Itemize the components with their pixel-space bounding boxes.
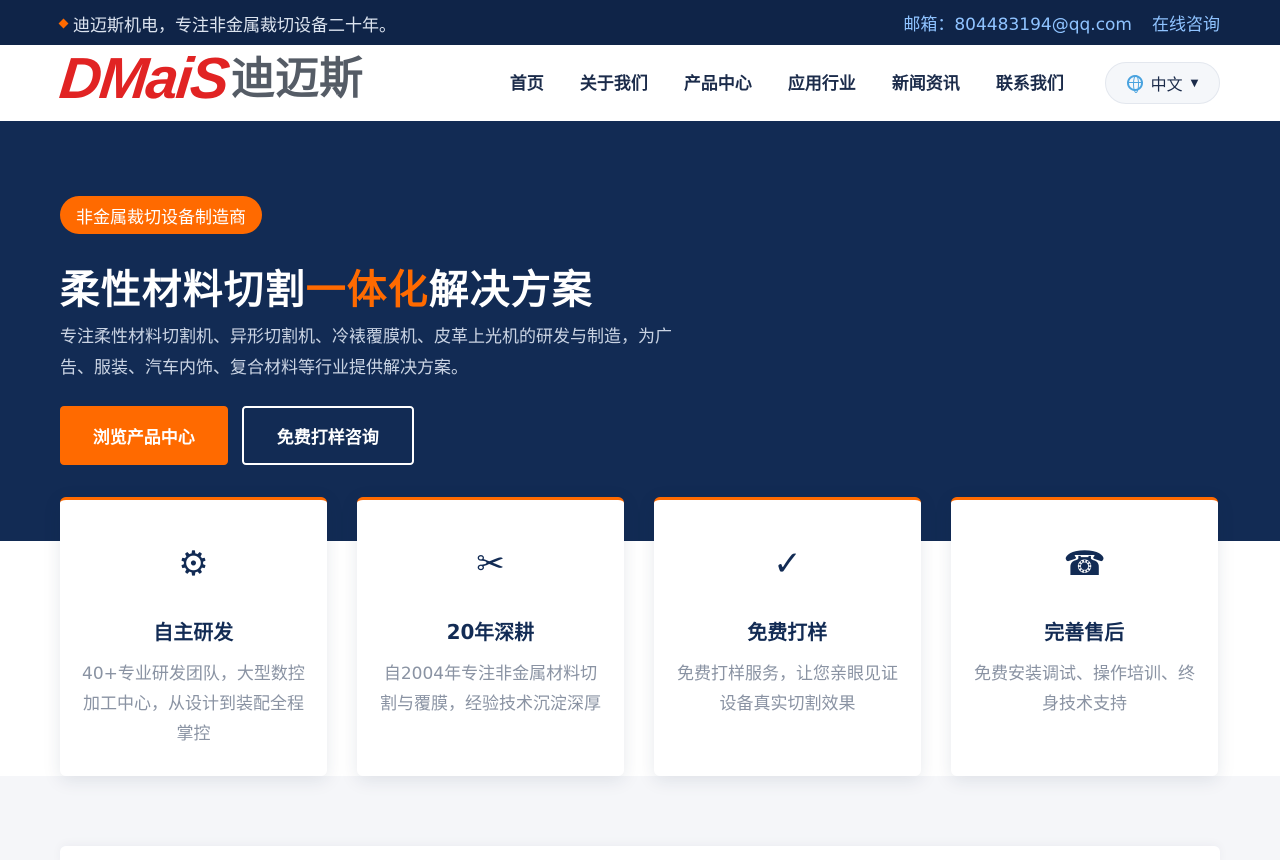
email-value[interactable]: 804483194@qq.com [954,15,1132,35]
scissors-icon: ✂ [476,544,505,584]
top-bar-contact: 邮箱：804483194@qq.com 在线咨询 [903,10,1220,35]
site-header: DMaiS 迪迈斯 首页 关于我们 产品中心 应用行业 新闻资讯 联系我们 中文… [0,45,1280,121]
slogan-text: 迪迈斯机电，专注非金属裁切设备二十年。 [73,16,396,36]
online-consult-link[interactable]: 在线咨询 [1152,10,1220,35]
logo-chinese: 迪迈斯 [231,53,364,104]
nav-home[interactable]: 首页 [510,69,544,94]
check-icon: ✓ [773,544,802,584]
nav-industries[interactable]: 应用行业 [788,69,856,94]
nav-products[interactable]: 产品中心 [684,69,752,94]
top-bar-slogan: 迪迈斯机电，专注非金属裁切设备二十年。 [58,11,396,36]
email-label: 邮箱： [903,15,955,35]
nav-contact[interactable]: 联系我们 [996,69,1064,94]
language-selector[interactable]: 中文 ▼ [1105,62,1220,104]
feature-desc: 免费安装调试、操作培训、终身技术支持 [974,664,1195,714]
hero-section: 非金属裁切设备制造商 柔性材料切割一体化解决方案 专注柔性材料切割机、异形切割机… [0,121,1280,541]
nav-about[interactable]: 关于我们 [580,69,648,94]
browse-products-button[interactable]: 浏览产品中心 [60,406,228,465]
feature-desc: 40+专业研发团队，大型数控加工中心，从设计到装配全程掌控 [82,664,305,744]
gear-icon: ⚙ [178,544,209,584]
site-logo[interactable]: DMaiS 迪迈斯 [56,46,364,111]
logo-latin: DMaiS [56,46,231,111]
language-label: 中文 [1150,75,1183,94]
hero-subtitle: 专注柔性材料切割机、异形切割机、冷裱覆膜机、皮革上光机的研发与制造，为广告、服装… [60,327,672,378]
feature-title: 20年深耕 [446,620,535,644]
headline-part-1: 柔性材料切割 [60,267,306,313]
main-nav: 首页 关于我们 产品中心 应用行业 新闻资讯 联系我们 [510,69,1064,94]
feature-desc: 免费打样服务，让您亲眼见证设备真实切割效果 [677,664,898,714]
feature-cards: ⚙ 自主研发 40+专业研发团队，大型数控加工中心，从设计到装配全程掌控 ✂ 2… [60,497,1220,776]
nav-news[interactable]: 新闻资讯 [892,69,960,94]
diamond-icon [58,18,69,29]
headline-part-2: 解决方案 [429,267,593,313]
next-section-panel [60,846,1220,860]
top-bar: 迪迈斯机电，专注非金属裁切设备二十年。 邮箱：804483194@qq.com … [0,0,1280,45]
feature-card-rnd: ⚙ 自主研发 40+专业研发团队，大型数控加工中心，从设计到装配全程掌控 [60,497,327,776]
feature-title: 完善售后 [1044,620,1125,644]
feature-title: 自主研发 [153,620,234,644]
feature-card-aftersales: ☎ 完善售后 免费安装调试、操作培训、终身技术支持 [951,497,1218,776]
feature-card-sampling: ✓ 免费打样 免费打样服务，让您亲眼见证设备真实切割效果 [654,497,921,776]
phone-icon: ☎ [1063,544,1106,584]
feature-card-experience: ✂ 20年深耕 自2004年专注非金属材料切割与覆膜，经验技术沉淀深厚 [357,497,624,776]
globe-icon [1126,75,1143,93]
headline-accent: 一体化 [306,267,429,313]
hero-tag: 非金属裁切设备制造商 [60,196,262,234]
feature-title: 免费打样 [747,620,828,644]
feature-desc: 自2004年专注非金属材料切割与覆膜，经验技术沉淀深厚 [380,664,601,714]
free-sample-button[interactable]: 免费打样咨询 [242,406,414,465]
hero-headline: 柔性材料切割一体化解决方案 [60,257,593,315]
email-contact[interactable]: 邮箱：804483194@qq.com [903,10,1132,35]
chevron-down-icon: ▼ [1190,77,1199,89]
